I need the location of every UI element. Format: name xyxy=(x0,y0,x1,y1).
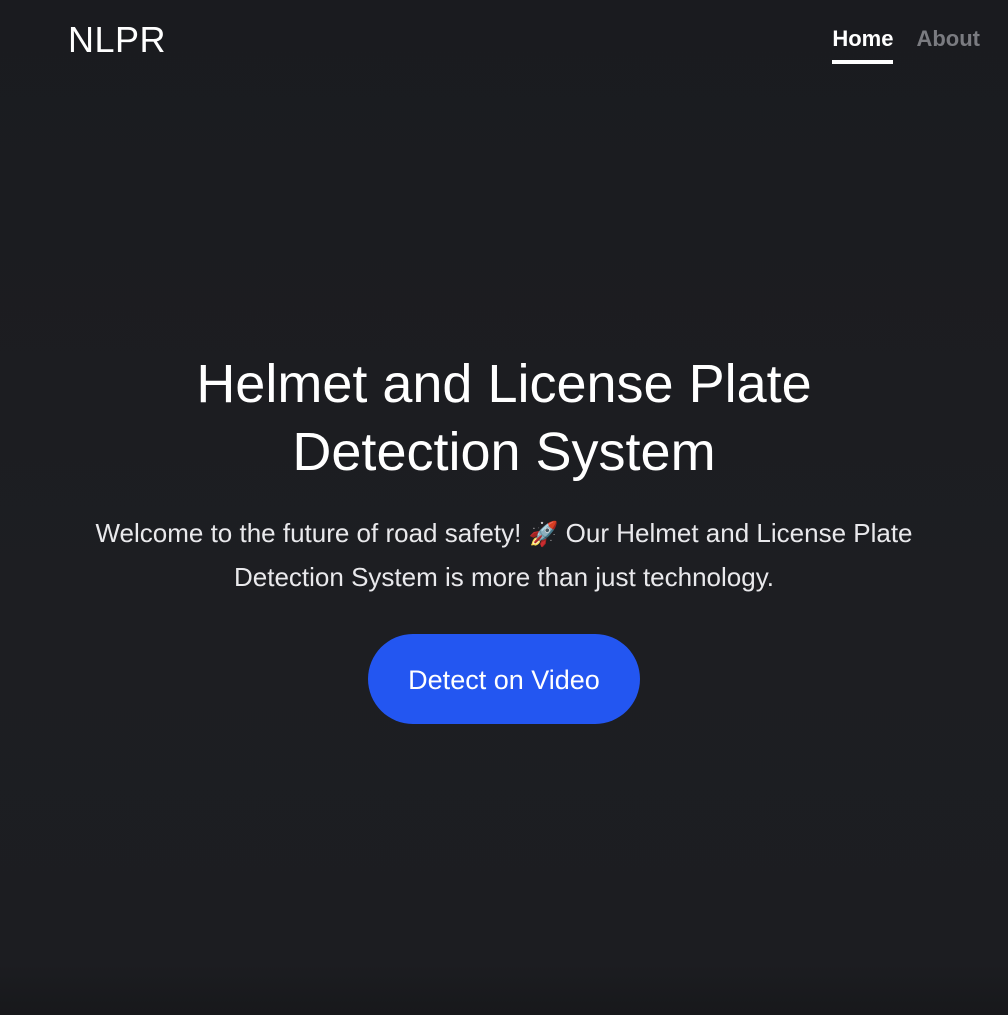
rocket-icon: 🚀 xyxy=(528,521,559,548)
main-nav: Home About xyxy=(832,24,980,64)
detect-on-video-button[interactable]: Detect on Video xyxy=(368,634,640,724)
nav-item-label: Home xyxy=(832,26,894,51)
nav-item-label: About xyxy=(916,26,980,51)
nav-item-about[interactable]: About xyxy=(916,24,980,64)
page: NLPR Home About Helmet and License Plate… xyxy=(0,0,1008,1015)
hero-section: Helmet and License Plate Detection Syste… xyxy=(0,350,1008,724)
active-indicator xyxy=(832,60,894,64)
hero-text-start: Welcome to the future of road safety! xyxy=(95,518,529,548)
brand-logo[interactable]: NLPR xyxy=(68,20,166,60)
nav-item-home[interactable]: Home xyxy=(832,24,894,64)
hero-title: Helmet and License Plate Detection Syste… xyxy=(196,354,812,482)
top-navbar: NLPR Home About xyxy=(0,0,1008,80)
hero-description: Welcome to the future of road safety! 🚀 … xyxy=(84,512,924,598)
